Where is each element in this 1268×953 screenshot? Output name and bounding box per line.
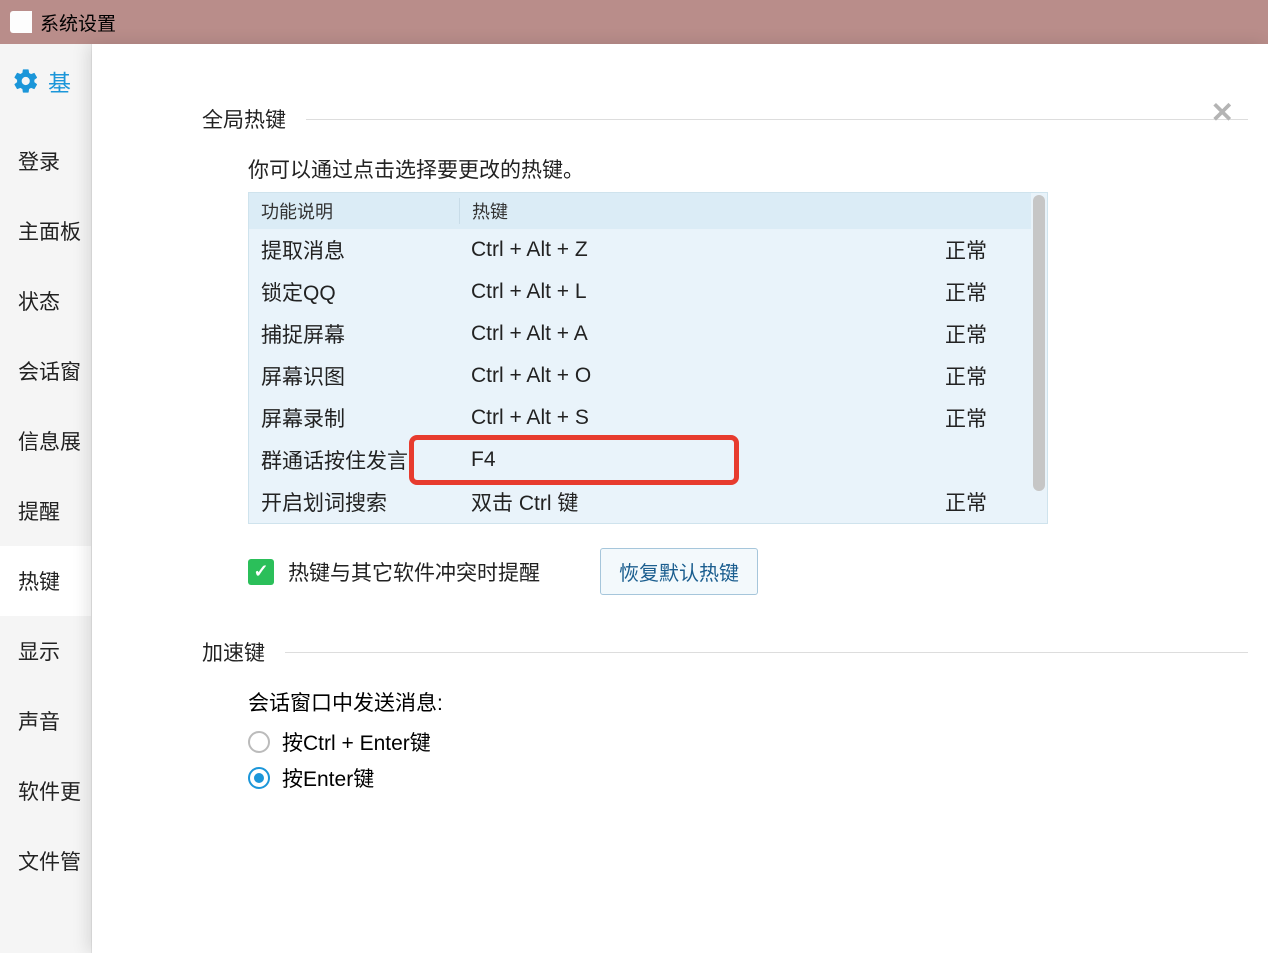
cell-status: 正常 [879,277,1047,307]
radio-option-1[interactable]: 按Enter键 [248,763,1248,793]
divider [285,652,1248,653]
cell-function: 屏幕录制 [249,403,459,433]
conflict-warn-label: 热键与其它软件冲突时提醒 [288,557,540,587]
restore-defaults-button[interactable]: 恢复默认热键 [600,548,758,595]
table-row[interactable]: 群通话按住发言F4 [249,439,1047,481]
sidebar-item-label: 会话窗 [18,356,81,386]
window-title: 系统设置 [40,9,116,36]
sidebar-item-7[interactable]: 显示 [0,616,91,686]
table-row[interactable]: 锁定QQCtrl + Alt + L正常 [249,271,1047,313]
radio-option-0[interactable]: 按Ctrl + Enter键 [248,727,1248,757]
cell-status: 正常 [879,403,1047,433]
cell-hotkey: Ctrl + Alt + O [459,364,879,388]
cell-status: 正常 [879,487,1047,517]
table-row[interactable]: 捕捉屏幕Ctrl + Alt + A正常 [249,313,1047,355]
hotkey-hint: 你可以通过点击选择要更改的热键。 [248,154,1248,184]
table-body: 提取消息Ctrl + Alt + Z正常锁定QQCtrl + Alt + L正常… [249,229,1047,523]
sidebar-header: 基 [0,44,91,126]
conflict-warn-checkbox[interactable]: ✓ 热键与其它软件冲突时提醒 [248,557,540,587]
main-area: 基 登录主面板状态会话窗信息展提醒热键显示声音软件更文件管 ✕ 全局热键 你可以… [0,44,1268,953]
sidebar-item-label: 显示 [18,636,60,666]
cell-function: 屏幕识图 [249,361,459,391]
cell-hotkey: Ctrl + Alt + A [459,322,879,346]
sidebar-item-label: 热键 [18,566,60,596]
section-title-accel: 加速键 [202,637,265,667]
send-message-label: 会话窗口中发送消息: [248,687,1248,717]
sidebar-item-8[interactable]: 声音 [0,686,91,756]
checkbox-checked-icon: ✓ [248,559,274,585]
table-header: 功能说明 热键 [249,193,1047,229]
cell-function: 开启划词搜索 [249,487,459,517]
radio-label: 按Ctrl + Enter键 [282,727,431,757]
sidebar-item-5[interactable]: 提醒 [0,476,91,546]
sidebar-item-10[interactable]: 文件管 [0,826,91,896]
table-row[interactable]: 提取消息Ctrl + Alt + Z正常 [249,229,1047,271]
col-header-function: 功能说明 [249,198,459,224]
sidebar-item-4[interactable]: 信息展 [0,406,91,476]
table-row[interactable]: 屏幕录制Ctrl + Alt + S正常 [249,397,1047,439]
cell-status: 正常 [879,361,1047,391]
settings-panel: ✕ 全局热键 你可以通过点击选择要更改的热键。 功能说明 热键 提取消息Ctrl… [92,44,1268,953]
divider [306,119,1248,120]
scrollbar-track[interactable] [1031,193,1047,523]
sidebar-item-label: 软件更 [18,776,81,806]
section-title-global: 全局热键 [202,104,286,134]
sidebar-item-label: 信息展 [18,426,81,456]
sidebar-item-label: 状态 [18,286,60,316]
cell-hotkey: Ctrl + Alt + S [459,406,879,430]
options-row: ✓ 热键与其它软件冲突时提醒 恢复默认热键 [248,548,1248,595]
sidebar-item-label: 文件管 [18,846,81,876]
sidebar-header-label: 基 [48,64,71,98]
section-global-hotkeys: 全局热键 [202,104,1248,134]
gear-icon [12,67,40,95]
cell-hotkey: Ctrl + Alt + L [459,280,879,304]
sidebar-item-0[interactable]: 登录 [0,126,91,196]
cell-function: 提取消息 [249,235,459,265]
radio-label: 按Enter键 [282,763,374,793]
sidebar-item-label: 声音 [18,706,60,736]
sidebar-item-label: 提醒 [18,496,60,526]
sidebar-item-2[interactable]: 状态 [0,266,91,336]
close-icon[interactable]: ✕ [1211,96,1234,129]
cell-status: 正常 [879,319,1047,349]
cell-function: 锁定QQ [249,277,459,307]
sidebar-item-9[interactable]: 软件更 [0,756,91,826]
cell-function: 群通话按住发言 [249,445,459,475]
scrollbar-thumb[interactable] [1033,195,1045,491]
section-accelerator: 加速键 [202,637,1248,667]
cell-hotkey: Ctrl + Alt + Z [459,238,879,262]
window-titlebar: 系统设置 [0,0,1268,44]
sidebar-item-label: 主面板 [18,216,81,246]
col-header-hotkey: 热键 [459,198,879,224]
hotkey-table: 功能说明 热键 提取消息Ctrl + Alt + Z正常锁定QQCtrl + A… [248,192,1048,524]
sidebar-item-6[interactable]: 热键 [0,546,91,616]
table-row[interactable]: 开启划词搜索双击 Ctrl 键正常 [249,481,1047,523]
app-icon [10,11,32,33]
sidebar-item-1[interactable]: 主面板 [0,196,91,266]
radio-icon [248,731,270,753]
sidebar-item-label: 登录 [18,146,60,176]
cell-hotkey: F4 [459,448,879,472]
sidebar: 基 登录主面板状态会话窗信息展提醒热键显示声音软件更文件管 [0,44,92,953]
cell-function: 捕捉屏幕 [249,319,459,349]
sidebar-item-3[interactable]: 会话窗 [0,336,91,406]
cell-hotkey: 双击 Ctrl 键 [459,487,879,517]
radio-icon [248,767,270,789]
table-row[interactable]: 屏幕识图Ctrl + Alt + O正常 [249,355,1047,397]
cell-status: 正常 [879,235,1047,265]
